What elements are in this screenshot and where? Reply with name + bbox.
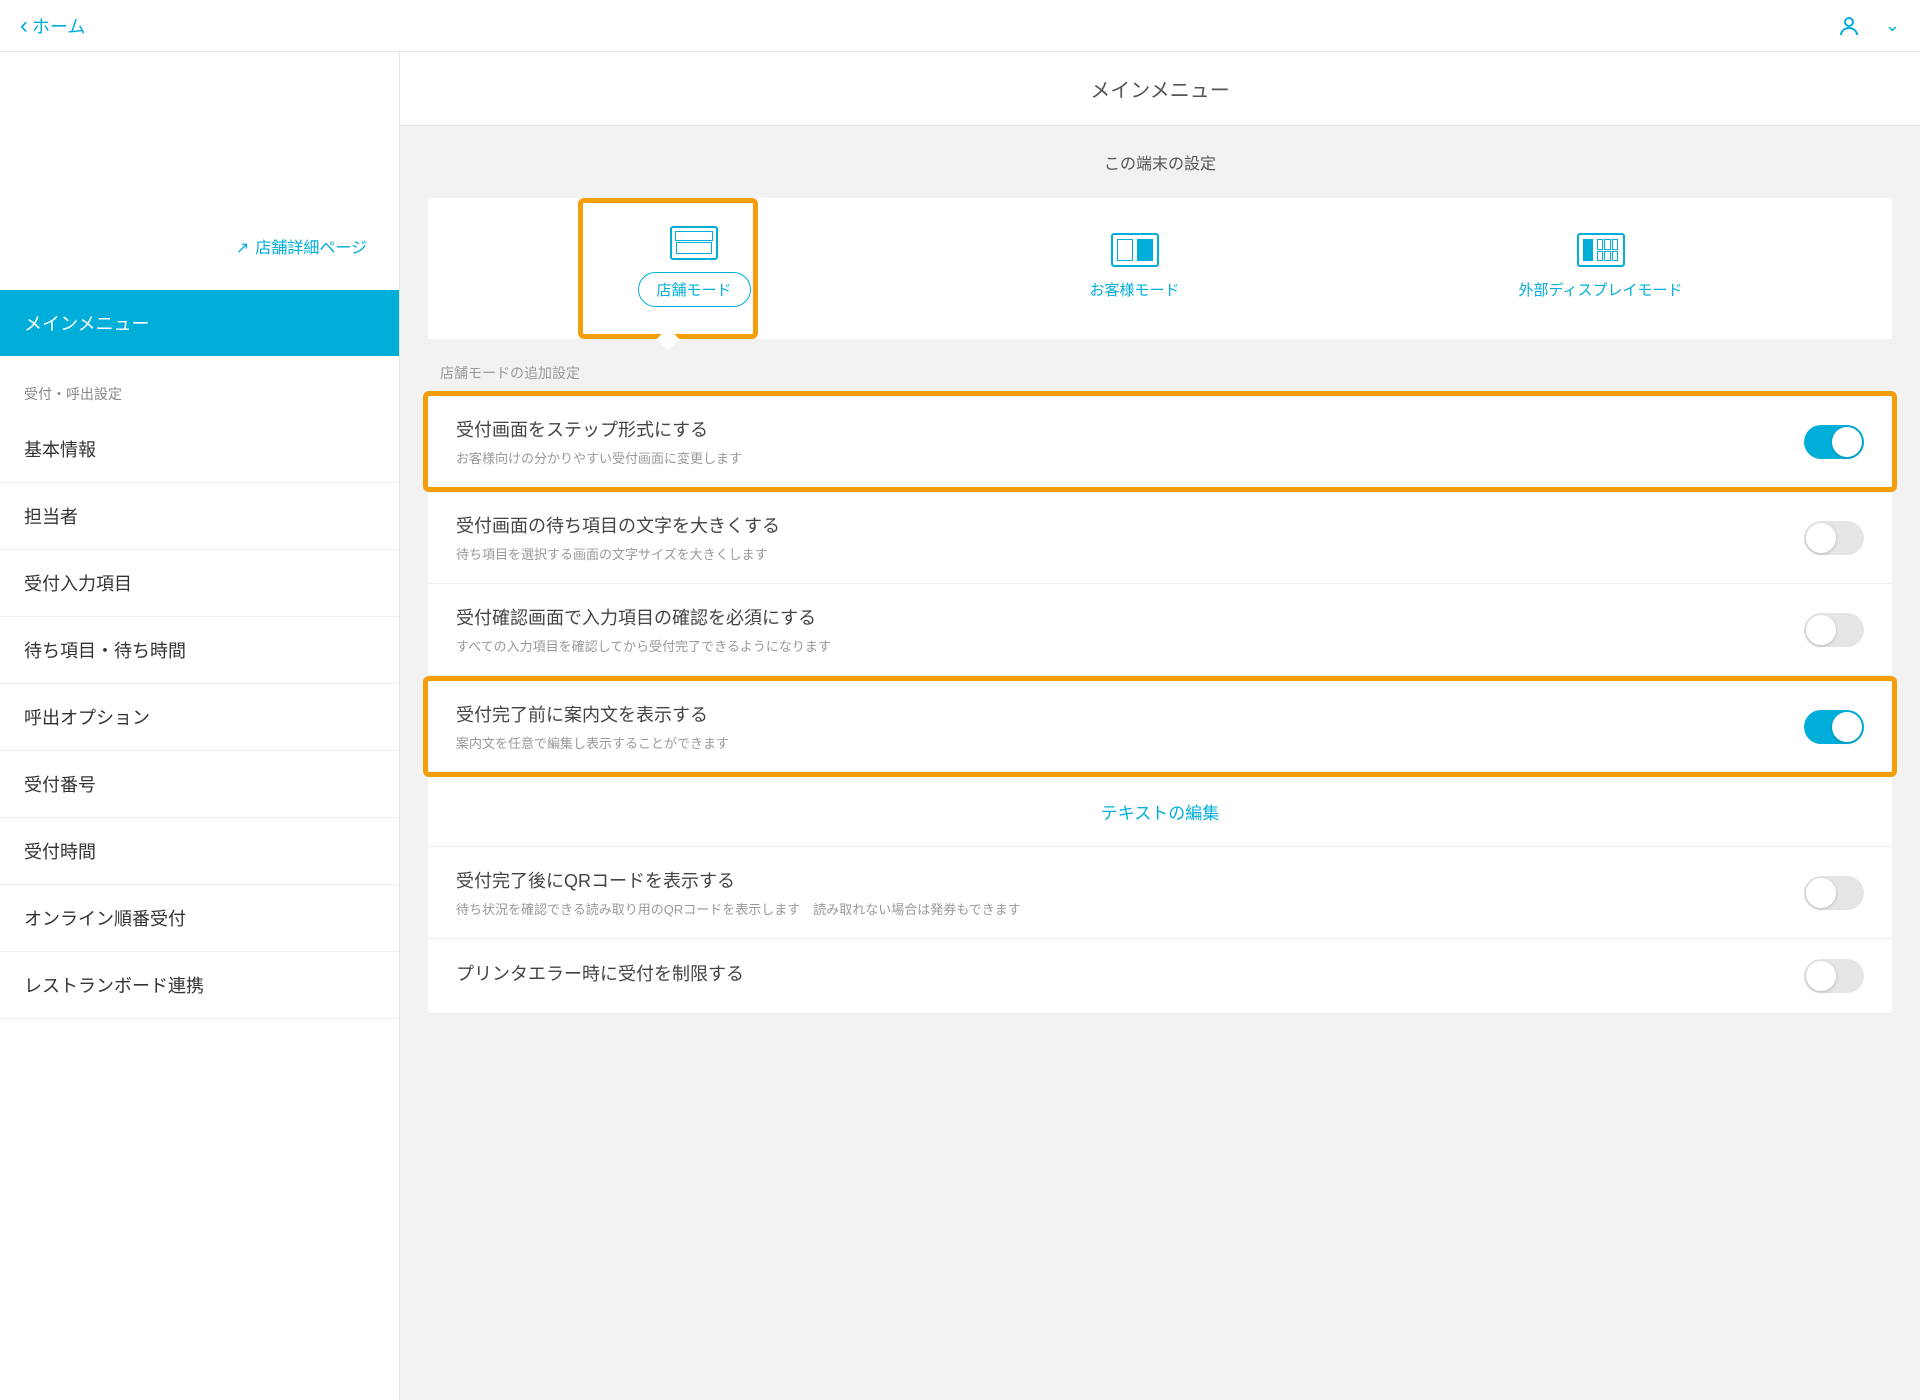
setting-title: 受付画面の待ち項目の文字を大きくする (456, 512, 1804, 538)
store-detail-label: 店舗詳細ページ (255, 240, 367, 257)
sidebar-item[interactable]: 受付時間 (0, 818, 399, 885)
mode-customer[interactable]: お客様モード (1070, 225, 1200, 308)
settings-list-2: 受付完了後にQRコードを表示する 待ち状況を確認できる読み取り用のQRコードを表… (428, 847, 1892, 1014)
device-section-label: この端末の設定 (400, 126, 1920, 198)
mode-store[interactable]: 店舗モード (618, 218, 771, 315)
mode-display[interactable]: 外部ディスプレイモード (1499, 225, 1703, 308)
setting-desc: 案内文を任意で編集し表示することができます (456, 733, 1804, 752)
external-link-icon: ↗ (236, 240, 249, 257)
header-right: ⌄ (1837, 14, 1900, 38)
sidebar-item[interactable]: 呼出オプション (0, 684, 399, 751)
sidebar-section-label: 受付・呼出設定 (0, 356, 399, 416)
sidebar-item[interactable]: 担当者 (0, 483, 399, 550)
sidebar-item[interactable]: 基本情報 (0, 416, 399, 483)
toggle-large-text[interactable] (1804, 521, 1864, 555)
mode-store-label: 店舗モード (638, 272, 751, 307)
store-mode-icon (670, 226, 718, 260)
store-detail-link[interactable]: ↗ 店舗詳細ページ (0, 222, 399, 290)
edit-text-link[interactable]: テキストの編集 (428, 777, 1892, 847)
setting-title: 受付完了後にQRコードを表示する (456, 867, 1804, 893)
settings-list: 受付画面をステップ形式にする お客様向けの分かりやすい受付画面に変更します 受付… (428, 391, 1892, 777)
sidebar: ↗ 店舗詳細ページ メインメニュー 受付・呼出設定 基本情報 担当者 受付入力項目… (0, 52, 400, 1400)
setting-desc: すべての入力項目を確認してから受付完了できるようになります (456, 636, 1804, 655)
toggle-confirm-required[interactable] (1804, 613, 1864, 647)
setting-row-confirm-required: 受付確認画面で入力項目の確認を必須にする すべての入力項目を確認してから受付完了… (428, 584, 1892, 676)
page-title: メインメニュー (400, 52, 1920, 126)
customer-mode-icon (1111, 233, 1159, 267)
toggle-step-format[interactable] (1804, 425, 1864, 459)
main-content: メインメニュー この端末の設定 店舗モード お客様モード 外部ディスプレイモード… (400, 52, 1920, 1400)
toggle-qr-code[interactable] (1804, 876, 1864, 910)
mode-display-label: 外部ディスプレイモード (1519, 279, 1683, 300)
setting-title: プリンタエラー時に受付を制限する (456, 960, 1804, 986)
setting-row-large-text: 受付画面の待ち項目の文字を大きくする 待ち項目を選択する画面の文字サイズを大きく… (428, 492, 1892, 584)
sidebar-active-item[interactable]: メインメニュー (0, 290, 399, 356)
sidebar-item[interactable]: 受付番号 (0, 751, 399, 818)
setting-desc: 待ち項目を選択する画面の文字サイズを大きくします (456, 544, 1804, 563)
setting-row-guide-text: 受付完了前に案内文を表示する 案内文を任意で編集し表示することができます (423, 676, 1897, 777)
subsection-label: 店舗モードの追加設定 (428, 339, 1892, 391)
chevron-down-icon[interactable]: ⌄ (1885, 15, 1900, 36)
back-button[interactable]: ‹ ホーム (20, 12, 85, 40)
toggle-guide-text[interactable] (1804, 710, 1864, 744)
header: ‹ ホーム ⌄ (0, 0, 1920, 52)
display-mode-icon (1577, 233, 1625, 267)
setting-row-step-format: 受付画面をステップ形式にする お客様向けの分かりやすい受付画面に変更します (423, 391, 1897, 492)
setting-title: 受付確認画面で入力項目の確認を必須にする (456, 604, 1804, 630)
toggle-printer-error[interactable] (1804, 959, 1864, 993)
chevron-left-icon: ‹ (20, 12, 28, 40)
user-icon[interactable] (1837, 14, 1861, 38)
setting-desc: 待ち状況を確認できる読み取り用のQRコードを表示します 読み取れない場合は発券も… (456, 899, 1804, 918)
setting-row-printer-error: プリンタエラー時に受付を制限する (428, 939, 1892, 1014)
sidebar-item[interactable]: 受付入力項目 (0, 550, 399, 617)
setting-desc: お客様向けの分かりやすい受付画面に変更します (456, 448, 1804, 467)
back-label: ホーム (32, 13, 85, 39)
sidebar-item[interactable]: レストランボード連携 (0, 952, 399, 1019)
setting-title: 受付画面をステップ形式にする (456, 416, 1804, 442)
mode-customer-label: お客様モード (1090, 279, 1180, 300)
sidebar-item[interactable]: オンライン順番受付 (0, 885, 399, 952)
setting-title: 受付完了前に案内文を表示する (456, 701, 1804, 727)
sidebar-item[interactable]: 待ち項目・待ち時間 (0, 617, 399, 684)
mode-selector: 店舗モード お客様モード 外部ディスプレイモード (428, 198, 1892, 339)
setting-row-qr-code: 受付完了後にQRコードを表示する 待ち状況を確認できる読み取り用のQRコードを表… (428, 847, 1892, 939)
